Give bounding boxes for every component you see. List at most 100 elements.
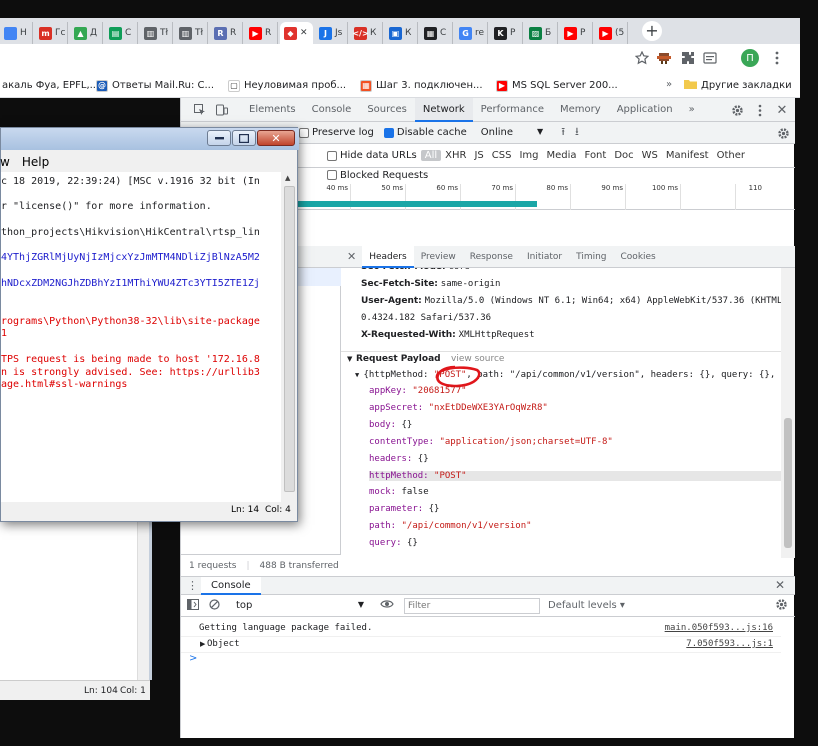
devtools-tab-console[interactable]: Console	[304, 98, 360, 122]
minimize-button[interactable]	[207, 130, 231, 146]
detail-tab-response[interactable]: Response	[463, 246, 520, 268]
browser-tab[interactable]: m Гс	[35, 22, 68, 44]
python-scrollbar[interactable]: ▲	[282, 172, 297, 502]
python-menu-item[interactable]: w	[0, 155, 10, 173]
python-scrollbar-thumb[interactable]	[284, 186, 295, 492]
inspect-element-icon[interactable]	[189, 99, 211, 121]
browser-tab[interactable]: KР	[490, 22, 523, 44]
bookmark-item[interactable]: ▢ Неуловимая проб...	[228, 79, 346, 92]
detail-scrollbar[interactable]	[781, 268, 795, 558]
browser-tab[interactable]: ▶ R	[245, 22, 278, 44]
star-icon[interactable]	[634, 50, 650, 66]
browser-tab[interactable]: ▶ Р	[560, 22, 593, 44]
disable-cache-checkbox[interactable]	[383, 127, 397, 138]
console-sidebar-icon[interactable]	[187, 598, 199, 613]
window-close-button[interactable]: ✕	[257, 130, 295, 146]
filter-type-all[interactable]: All	[420, 150, 442, 161]
console-prompt[interactable]: >	[189, 653, 197, 664]
live-expression-icon[interactable]	[380, 599, 394, 612]
drawer-close-icon[interactable]: ✕	[775, 578, 785, 592]
devtools-tab-elements[interactable]: Elements	[241, 98, 304, 122]
payload-field[interactable]: httpMethod: "POST"	[369, 470, 781, 481]
console-settings-icon[interactable]	[775, 598, 788, 614]
console-message-text[interactable]: Object	[207, 639, 240, 649]
export-har-icon[interactable]: ⭳	[575, 123, 579, 142]
maximize-button[interactable]	[232, 130, 256, 146]
devtools-settings-icon[interactable]	[729, 102, 745, 118]
import-har-icon[interactable]: ⭱	[561, 123, 565, 142]
other-bookmarks[interactable]: Другие закладки	[684, 79, 792, 92]
bookmark-item[interactable]: акаль Фуа, EPFL,...	[2, 80, 99, 91]
browser-tab[interactable]: Gre	[455, 22, 488, 44]
python-menu-item[interactable]: Help	[22, 155, 49, 173]
devtools-tab-sources[interactable]: Sources	[359, 98, 415, 122]
filter-type-js[interactable]: JS	[470, 150, 487, 161]
python-shell-output[interactable]: c 18 2019, 22:39:24) [MSC v.1916 32 bit …	[1, 172, 281, 502]
filter-type-img[interactable]: Img	[515, 150, 542, 161]
devtools-tab-memory[interactable]: Memory	[552, 98, 609, 122]
payload-field[interactable]: path: "/api/common/v1/version"	[369, 521, 532, 531]
python-title-bar[interactable]: ✕	[1, 128, 299, 150]
view-source-link[interactable]: view source	[451, 354, 504, 364]
new-tab-button[interactable]: +	[642, 21, 662, 41]
browser-tab[interactable]: J Js	[315, 22, 348, 44]
devtools-close-icon[interactable]: ✕	[775, 102, 789, 118]
browser-tab[interactable]: ▦ С	[420, 22, 453, 44]
collapse-triangle-icon[interactable]: ▼	[347, 355, 352, 363]
filter-type-other[interactable]: Other	[713, 150, 749, 161]
context-select[interactable]: top ▼	[236, 600, 364, 611]
devtools-tab-performance[interactable]: Performance	[473, 98, 552, 122]
filter-type-doc[interactable]: Doc	[610, 150, 637, 161]
browser-tab[interactable]: ▥ Тł	[175, 22, 208, 44]
payload-field[interactable]: appKey: "20681577"	[369, 386, 467, 396]
filter-type-xhr[interactable]: XHR	[441, 150, 470, 161]
payload-field[interactable]: body: {}	[369, 420, 412, 430]
browser-tab[interactable]: ▲ Д	[70, 22, 103, 44]
bookmark-item[interactable]: ▶ MS SQL Server 200...	[496, 79, 618, 92]
detail-tab-headers[interactable]: Headers	[362, 245, 414, 268]
close-detail-icon[interactable]: ✕	[341, 250, 362, 263]
detail-scrollbar-thumb[interactable]	[784, 418, 792, 548]
avatar[interactable]: П	[741, 49, 759, 67]
browser-tab[interactable]: ▨ Б	[525, 22, 558, 44]
device-toolbar-icon[interactable]	[211, 99, 233, 121]
filter-type-media[interactable]: Media	[543, 150, 581, 161]
network-settings-icon[interactable]	[775, 125, 791, 141]
reading-list-icon[interactable]	[702, 50, 718, 66]
payload-field[interactable]: headers: {}	[369, 454, 429, 464]
hide-data-urls-checkbox[interactable]	[327, 150, 340, 161]
payload-field[interactable]: appSecret: "nxEtDDeWXE3YArOqWzR8"	[369, 403, 548, 413]
console-source-link[interactable]: main.050f593...js:16	[665, 623, 773, 633]
payload-field[interactable]: query: {}	[369, 538, 418, 548]
filter-type-font[interactable]: Font	[581, 150, 611, 161]
extensions-puzzle-icon[interactable]	[680, 50, 696, 66]
blocked-requests-checkbox[interactable]	[327, 170, 340, 180]
payload-field[interactable]: mock: false	[369, 487, 429, 497]
log-levels-select[interactable]: Default levels ▾	[548, 600, 625, 611]
browser-tab[interactable]: ▤ С	[105, 22, 138, 44]
browser-tab[interactable]: </> К	[350, 22, 383, 44]
filter-type-css[interactable]: CSS	[488, 150, 516, 161]
preserve-log-checkbox[interactable]	[299, 127, 312, 138]
bookmark-item[interactable]: @ Ответы Mail.Ru: С...	[96, 79, 214, 92]
detail-tab-cookies[interactable]: Cookies	[614, 246, 663, 268]
detail-tab-initiator[interactable]: Initiator	[520, 246, 569, 268]
payload-field[interactable]: parameter: {}	[369, 504, 439, 514]
console-drawer-tab[interactable]: Console	[201, 577, 261, 595]
browser-tab[interactable]: ▣ К	[385, 22, 418, 44]
expand-object-icon[interactable]: ▶	[200, 640, 205, 648]
browser-tab[interactable]: ◆ ✕	[280, 22, 313, 44]
menu-dots-icon[interactable]	[772, 50, 782, 66]
detail-tab-preview[interactable]: Preview	[414, 246, 463, 268]
devtools-more-tabs[interactable]: »	[681, 98, 703, 122]
console-filter-input[interactable]	[404, 597, 540, 614]
throttling-select[interactable]: Online ▼	[481, 127, 543, 138]
bookmarks-overflow-icon[interactable]: »	[666, 79, 672, 90]
bookmark-item[interactable]: ▦ Шаг 3. подключен...	[360, 79, 483, 92]
browser-tab[interactable]: ▶ (5	[595, 22, 628, 44]
devtools-tab-application[interactable]: Application	[609, 98, 681, 122]
payload-summary[interactable]: ▼ {httpMethod: "POST", path: "/api/commo…	[355, 370, 781, 380]
browser-tab[interactable]: Н	[0, 22, 33, 44]
payload-field[interactable]: contentType: "application/json;charset=U…	[369, 437, 613, 447]
devtools-tab-network[interactable]: Network	[414, 97, 473, 122]
